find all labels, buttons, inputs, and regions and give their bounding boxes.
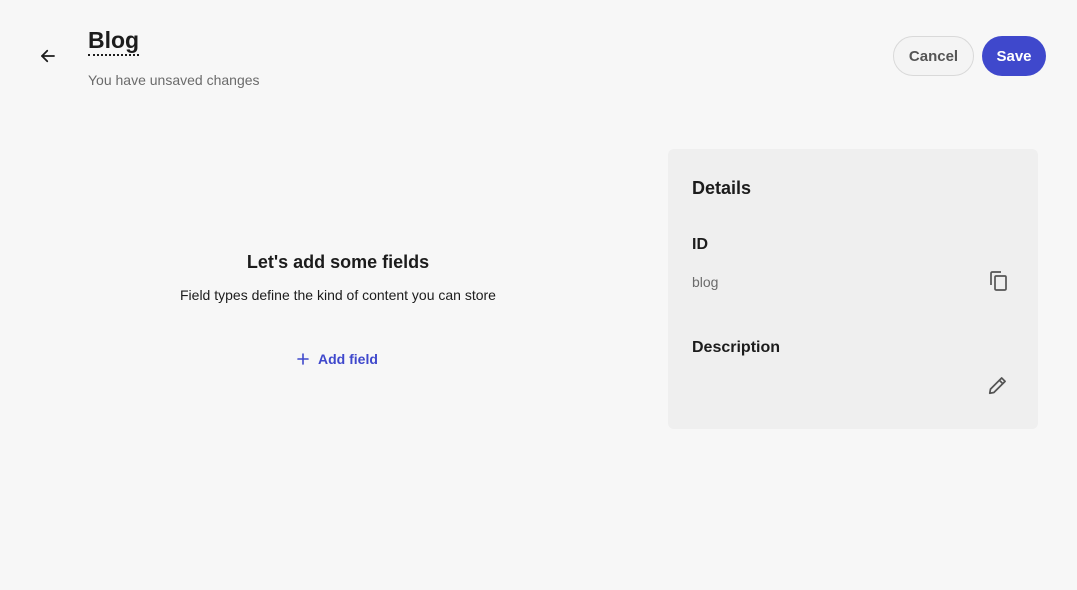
add-field-label: Add field	[318, 351, 378, 367]
add-field-button[interactable]: Add field	[296, 348, 378, 370]
id-label: ID	[692, 236, 708, 253]
id-value: blog	[692, 274, 719, 290]
back-button[interactable]	[34, 42, 62, 70]
save-button[interactable]: Save	[982, 36, 1046, 76]
title-block: Blog You have unsaved changes	[88, 26, 260, 89]
details-title: Details	[692, 178, 752, 198]
details-panel: Details ID blog Description	[668, 149, 1038, 429]
page-title[interactable]: Blog	[88, 26, 140, 56]
empty-state: Let's add some fields Field types define…	[88, 250, 588, 304]
empty-state-heading: Let's add some fields	[246, 252, 430, 272]
copy-icon	[990, 271, 1007, 291]
plus-icon	[297, 353, 309, 365]
pencil-icon	[988, 377, 1006, 395]
copy-id-button[interactable]	[986, 269, 1010, 293]
arrow-left-icon	[41, 49, 55, 63]
empty-state-description: Field types define the kind of content y…	[180, 287, 496, 303]
unsaved-status: You have unsaved changes	[88, 72, 260, 88]
edit-description-button[interactable]	[986, 373, 1010, 397]
description-label: Description	[692, 339, 781, 356]
cancel-button[interactable]: Cancel	[893, 36, 974, 76]
